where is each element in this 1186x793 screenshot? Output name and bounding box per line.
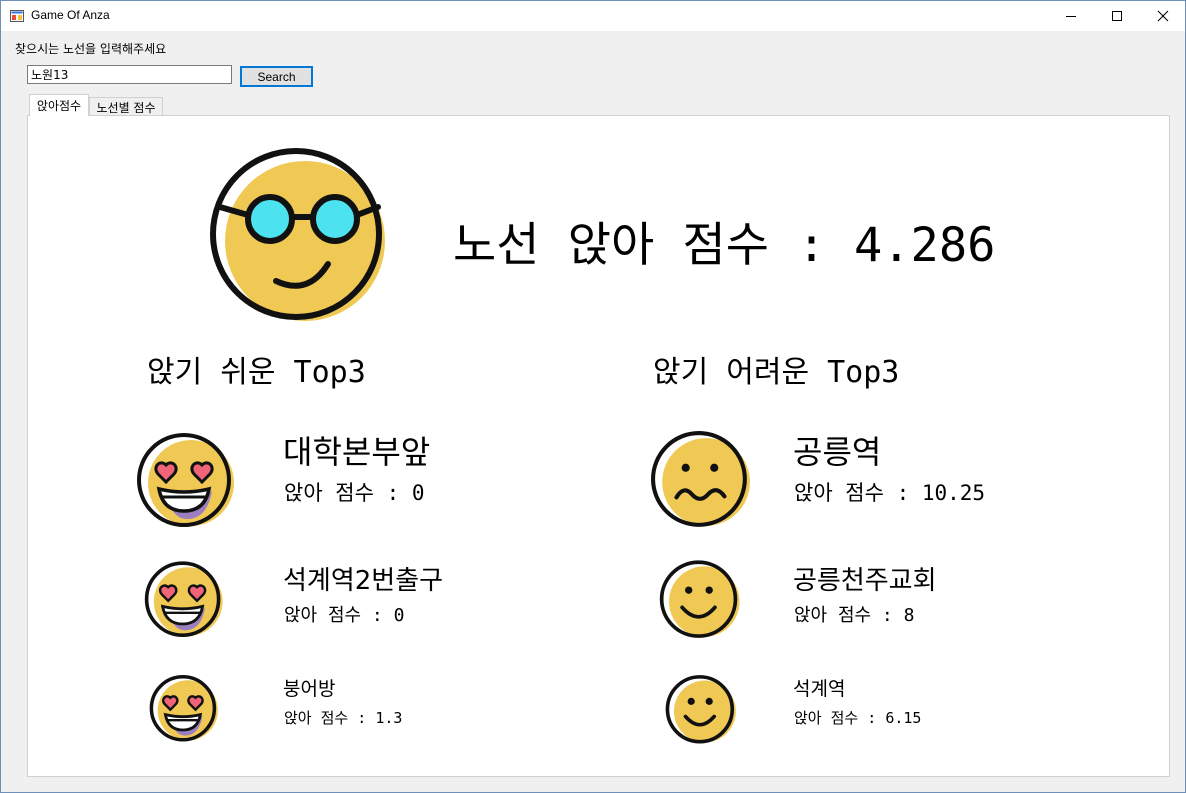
queasy-face-icon [651,431,750,527]
easy-top3-title: 앉기 쉬운 Top3 [147,355,366,390]
search-button[interactable]: Search [240,66,313,87]
hard-top3-title: 앉기 어려운 Top3 [653,355,900,390]
window-title: Game Of Anza [31,8,110,22]
route-score-value: 4.286 [853,218,996,273]
hard-station-score-2: 앉아 점수 : 8 [794,605,915,626]
app-icon [10,10,24,22]
route-score-label: 노선 앉아 점수 : [453,218,826,273]
easy-station-name-3: 붕어방 [283,678,336,700]
hard-station-name-3: 석계역 [793,678,846,700]
easy-station-name-2: 석계역2번출구 [283,566,444,596]
hard-station-score-1: 앉아 점수 : 10.25 [794,481,986,505]
heart-eyes-icon [137,433,234,527]
hard-station-name-1: 공릉역 [793,433,882,471]
close-icon [1157,10,1169,22]
easy-station-name-1: 대학본부앞 [283,433,431,471]
minimize-icon [1066,16,1076,17]
search-prompt-label: 찾으시는 노선을 입력해주세요 [15,42,167,56]
heart-eyes-icon [144,561,223,637]
glasses-smiley-icon [210,148,385,321]
easy-station-score-1: 앉아 점수 : 0 [284,481,425,505]
tab-sit-score[interactable]: 앉아점수 [29,94,89,116]
tab-route-scores[interactable]: 노선별 점수 [89,97,163,115]
route-score-heading: 노선 앉아 점수 : 4.286 [453,206,995,275]
search-input[interactable] [27,65,232,84]
minimize-button[interactable] [1048,1,1094,31]
heart-eyes-icon [149,675,218,742]
easy-station-score-3: 앉아 점수 : 1.3 [284,709,403,727]
easy-station-score-2: 앉아 점수 : 0 [284,605,405,626]
hard-station-name-2: 공릉천주교회 [793,566,937,596]
title-bar[interactable]: Game Of Anza [1,1,1185,31]
hard-station-score-3: 앉아 점수 : 6.15 [794,709,922,727]
close-button[interactable] [1140,1,1186,31]
smiley-icon [659,560,740,638]
maximize-button[interactable] [1094,1,1140,31]
smiley-icon [665,675,736,744]
maximize-icon [1112,11,1122,21]
